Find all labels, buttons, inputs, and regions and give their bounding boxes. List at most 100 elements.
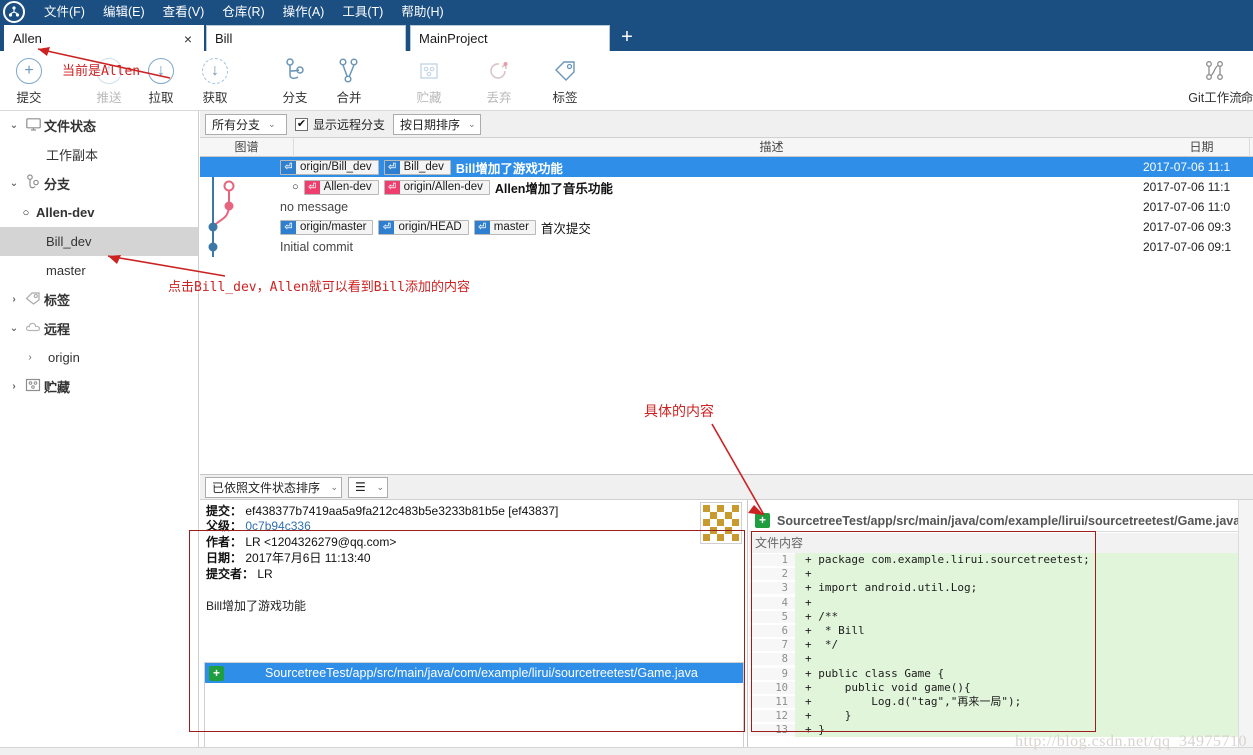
commit-committer-line: 提交者： LR <box>206 566 742 582</box>
diff-code-view[interactable]: 1 + package com.example.lirui.sourcetree… <box>749 553 1253 743</box>
tab-bar: Allen × Bill MainProject + <box>0 24 1253 51</box>
line-number: 4 <box>749 596 795 609</box>
toolbar-stash-button[interactable]: 贮藏 <box>400 55 458 109</box>
line-content: + <box>795 567 1253 582</box>
sidebar-item-working-copy[interactable]: 工作副本 <box>0 140 198 169</box>
toolbar-pull-button[interactable]: ↓ 拉取 <box>132 55 190 109</box>
tab-bill[interactable]: Bill <box>206 25 406 51</box>
tab-allen[interactable]: Allen × <box>4 25 204 51</box>
sidebar-item-bill-dev[interactable]: Bill_dev <box>0 227 198 256</box>
toolbar-discard-label: 丢弃 <box>486 91 512 105</box>
line-content: + */ <box>795 638 1253 653</box>
table-row[interactable]: ⏎ origin/Bill_dev ⏎ Bill_dev Bill增加了游戏功能… <box>200 157 1253 177</box>
line-number: 11 <box>749 695 795 708</box>
ref-tag-label: origin/master <box>300 221 367 233</box>
ref-tag[interactable]: ⏎ origin/master <box>280 219 374 235</box>
menu-edit[interactable]: 编辑(E) <box>94 0 154 24</box>
commit-description-cell: ⏎ origin/Bill_dev ⏎ Bill_dev Bill增加了游戏功能 <box>280 157 1140 177</box>
changed-files-list[interactable]: + SourcetreeTest/app/src/main/java/com/e… <box>204 662 744 750</box>
ref-tag[interactable]: ⏎ Allen-dev <box>303 179 379 195</box>
column-header-date[interactable]: 日期 <box>1150 138 1253 157</box>
ref-tag[interactable]: ⏎ origin/Bill_dev <box>280 159 379 175</box>
commit-message: no message <box>280 200 349 214</box>
toolbar-fetch-button[interactable]: ↓ 获取 <box>186 55 244 109</box>
table-row[interactable]: ⏎ origin/master ⏎ origin/HEAD ⏎ master 首… <box>200 217 1253 237</box>
sort-order-select[interactable]: 按日期排序 ⌄ <box>393 113 482 135</box>
chevron-right-icon[interactable]: › <box>6 294 22 305</box>
table-row[interactable]: ○ ⏎ Allen-dev ⏎ origin/Allen-dev Allen增加… <box>200 177 1253 197</box>
chevron-down-icon[interactable]: ⌄ <box>6 323 22 334</box>
toolbar-merge-label: 合并 <box>336 91 362 105</box>
menu-help[interactable]: 帮助(H) <box>392 0 452 24</box>
menu-view[interactable]: 查看(V) <box>154 0 214 24</box>
tab-mainproject[interactable]: MainProject <box>410 25 610 51</box>
chevron-right-icon[interactable]: › <box>6 381 22 392</box>
column-header-description[interactable]: 描述 <box>294 138 1250 157</box>
commit-description-cell: Initial commit <box>280 237 1140 257</box>
column-header-graph[interactable]: 图谱 <box>200 138 294 157</box>
toolbar-discard-button[interactable]: 丢弃 <box>470 55 528 109</box>
sidebar-item-stashes[interactable]: › 贮藏 <box>0 372 198 401</box>
stash-icon <box>416 55 442 87</box>
sidebar-item-allen-dev-label: Allen-dev <box>36 205 95 220</box>
toolbar-branch-label: 分支 <box>282 91 308 105</box>
toolbar-tag-button[interactable]: 标签 <box>536 55 594 109</box>
add-tab-button[interactable]: + <box>614 26 640 50</box>
code-line: 12 + } <box>749 709 1253 724</box>
commit-hash-value: ef438377b7419aa5a9fa212c483b5e3233b81b5e… <box>245 504 559 518</box>
discard-reset-icon <box>486 55 512 87</box>
commit-date: 2017-07-06 11:0 <box>1143 200 1231 214</box>
close-icon[interactable]: × <box>181 32 195 46</box>
file-path-label: SourcetreeTest/app/src/main/java/com/exa… <box>265 666 698 680</box>
branch-filter-value: 所有分支 <box>212 117 261 132</box>
code-line: 13 + } <box>749 723 1253 738</box>
table-row[interactable]: no message 2017-07-06 11:0 <box>200 197 1253 217</box>
menu-tools[interactable]: 工具(T) <box>333 0 392 24</box>
commit-author-value: LR <1204326279@qq.com> <box>245 535 397 549</box>
sidebar-item-tags[interactable]: › 标签 <box>0 285 198 314</box>
sidebar-item-file-status[interactable]: ⌄ 文件状态 <box>0 111 198 140</box>
sidebar-item-master[interactable]: master <box>0 256 198 285</box>
chevron-right-icon[interactable]: › <box>22 352 38 363</box>
branch-filter-select[interactable]: 所有分支 ⌄ <box>205 113 287 135</box>
ref-tag[interactable]: ⏎ origin/Allen-dev <box>383 179 490 195</box>
commit-detail-pane: 提交： ef438377b7419aa5a9fa212c483b5e3233b8… <box>200 500 748 755</box>
chevron-down-icon[interactable]: ⌄ <box>6 120 22 131</box>
list-item[interactable]: + SourcetreeTest/app/src/main/java/com/e… <box>205 663 743 683</box>
commit-hash-label: 提交： <box>206 504 243 518</box>
commit-list[interactable]: ⏎ origin/Bill_dev ⏎ Bill_dev Bill增加了游戏功能… <box>200 157 1253 470</box>
line-number: 12 <box>749 710 795 723</box>
code-line: 11 + Log.d("tag","再来一局"); <box>749 694 1253 710</box>
file-sort-value: 已依照文件状态排序 <box>212 480 321 495</box>
sidebar-item-tags-label: 标签 <box>44 293 71 308</box>
diff-section-label: 文件内容 <box>749 533 1253 553</box>
table-row[interactable]: Initial commit 2017-07-06 09:1 <box>200 237 1253 257</box>
pull-down-arrow-icon: ↓ <box>148 55 174 87</box>
sidebar-item-origin[interactable]: › origin <box>0 343 198 372</box>
menu-file[interactable]: 文件(F) <box>35 0 94 24</box>
file-sort-select[interactable]: 已依照文件状态排序 ⌄ <box>205 476 342 498</box>
sidebar-item-branches[interactable]: ⌄ 分支 <box>0 169 198 198</box>
menu-repository[interactable]: 仓库(R) <box>213 0 273 24</box>
commit-filter-bar: 所有分支 ⌄ ✔ 显示远程分支 按日期排序 ⌄ <box>200 111 1253 138</box>
sidebar-item-allen-dev[interactable]: ○ Allen-dev <box>0 198 198 227</box>
diff-scrollbar[interactable] <box>1238 500 1253 755</box>
ref-tag[interactable]: ⏎ Bill_dev <box>383 159 451 175</box>
ref-tag[interactable]: ⏎ origin/HEAD <box>378 219 469 235</box>
commit-description-cell: ⏎ origin/master ⏎ origin/HEAD ⏎ master 首… <box>280 217 1140 237</box>
toolbar-merge-button[interactable]: 合并 <box>320 55 378 109</box>
diff-file-header[interactable]: + SourcetreeTest/app/src/main/java/com/e… <box>749 510 1253 532</box>
toolbar-terminal-button[interactable]: 命 <box>1236 55 1253 109</box>
branch-ref-icon: ⏎ <box>281 220 296 234</box>
show-remote-branches-checkbox[interactable]: ✔ 显示远程分支 <box>295 116 385 133</box>
ref-tag[interactable]: ⏎ master <box>473 219 536 235</box>
commit-description-cell: no message <box>280 197 1140 217</box>
toolbar-commit-button[interactable]: + 提交 <box>0 55 58 109</box>
view-mode-select[interactable]: ☰ ⌄ <box>348 476 388 498</box>
toolbar-tag-label: 标签 <box>552 91 578 105</box>
menu-actions[interactable]: 操作(A) <box>274 0 334 24</box>
chevron-down-icon[interactable]: ⌄ <box>6 178 22 189</box>
toolbar-push-button[interactable]: ↑ 推送 <box>80 55 138 109</box>
sidebar-item-remotes[interactable]: ⌄ 远程 <box>0 314 198 343</box>
toolbar-branch-button[interactable]: 分支 <box>266 55 324 109</box>
